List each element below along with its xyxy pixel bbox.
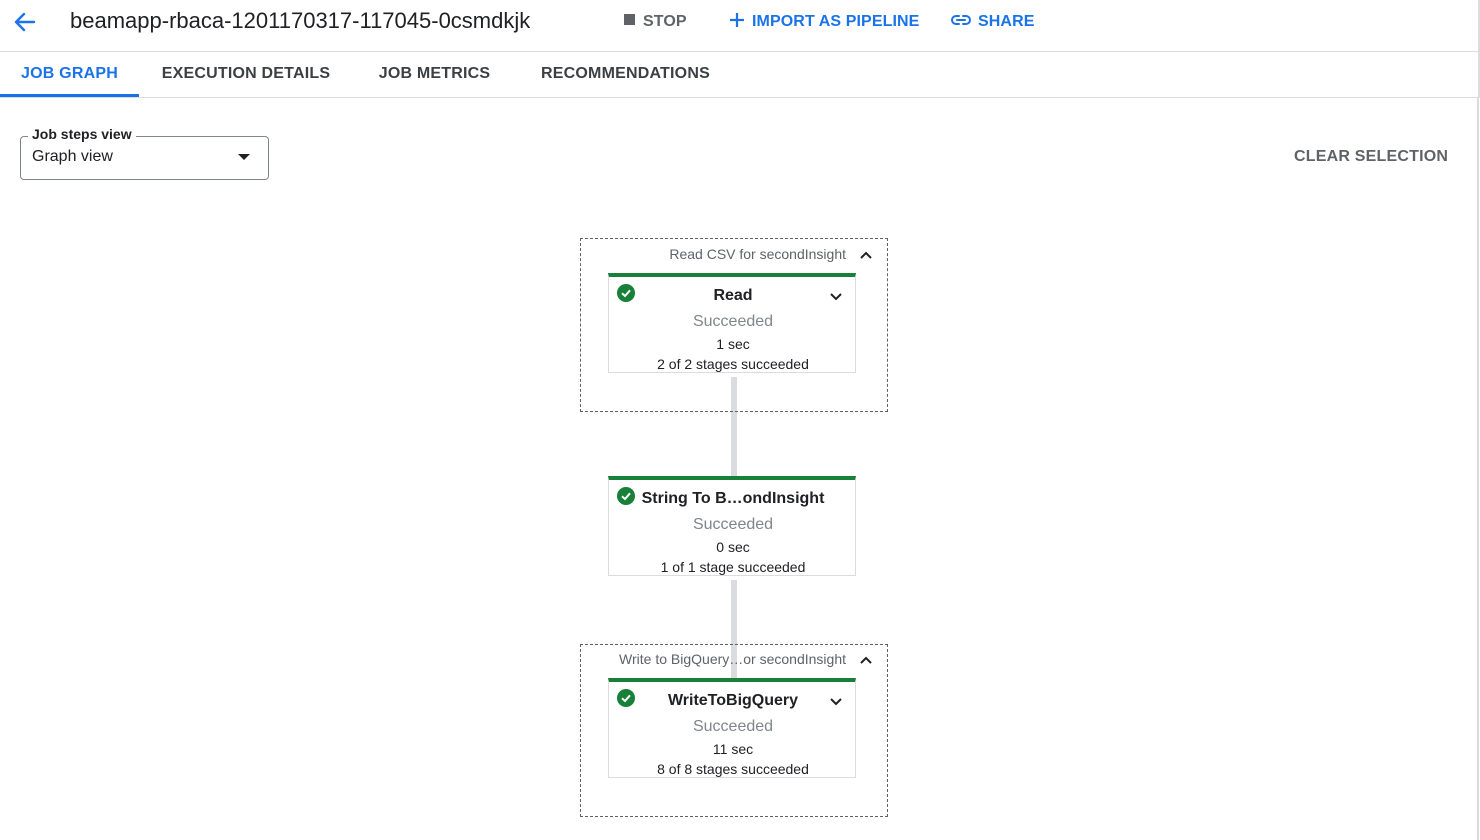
panel-edge <box>1477 97 1479 840</box>
job-steps-view-value: Graph view <box>32 148 113 165</box>
job-title: beamapp-rbaca-1201170317-117045-0csmdkjk <box>70 8 531 33</box>
graph-node-read[interactable]: Read Succeeded 1 sec 2 of 2 stages succe… <box>608 273 856 373</box>
stop-button-label: STOP <box>643 13 687 30</box>
graph-node-write-to-bigquery[interactable]: WriteToBigQuery Succeeded 11 sec 8 of 8 … <box>608 678 856 778</box>
tab-execution-details[interactable]: EXECUTION DETAILS <box>160 52 332 97</box>
node-duration: 11 sec <box>712 741 754 757</box>
node-stages: 8 of 8 stages succeeded <box>657 761 809 777</box>
graph-node-string-to-b[interactable]: String To B…ondInsight Succeeded 0 sec 1… <box>608 476 856 576</box>
active-tab-indicator <box>0 94 139 97</box>
link-icon <box>950 13 972 32</box>
collapse-group-icon[interactable] <box>859 248 873 262</box>
node-stages: 1 of 1 stage succeeded <box>660 559 806 575</box>
node-status: Succeeded <box>692 516 774 533</box>
node-name: String To B…ondInsight <box>641 490 825 507</box>
node-duration: 1 sec <box>716 336 750 352</box>
expand-chevron-icon[interactable] <box>829 291 843 303</box>
node-stages: 2 of 2 stages succeeded <box>657 356 809 372</box>
node-status: Succeeded <box>692 313 774 330</box>
import-as-pipeline-button[interactable]: IMPORT AS PIPELINE <box>728 11 919 33</box>
import-button-label: IMPORT AS PIPELINE <box>752 13 920 30</box>
node-status: Succeeded <box>692 718 774 735</box>
clear-selection-button[interactable]: CLEAR SELECTION <box>1294 148 1448 166</box>
tab-job-metrics[interactable]: JOB METRICS <box>374 52 495 97</box>
expand-chevron-icon[interactable] <box>829 696 843 708</box>
back-arrow-icon[interactable] <box>10 8 42 36</box>
group-read-csv-title: Read CSV for secondInsight <box>669 246 846 262</box>
stop-button[interactable]: STOP <box>623 11 687 33</box>
dropdown-arrow-icon[interactable] <box>238 154 250 160</box>
job-steps-view-label: Job steps view <box>28 126 136 142</box>
node-name: Read <box>713 287 753 304</box>
stop-icon <box>623 13 637 32</box>
share-button[interactable]: SHARE <box>950 11 1035 33</box>
tab-job-graph[interactable]: JOB GRAPH <box>0 52 139 97</box>
group-write-bigquery-title: Write to BigQuery…or secondInsight <box>619 651 846 667</box>
node-name: WriteToBigQuery <box>667 692 799 709</box>
plus-icon <box>728 11 746 34</box>
collapse-group-icon[interactable] <box>859 653 873 667</box>
share-button-label: SHARE <box>978 13 1035 30</box>
node-duration: 0 sec <box>716 539 750 555</box>
tab-recommendations[interactable]: RECOMMENDATIONS <box>538 52 713 97</box>
tab-bar: JOB GRAPH EXECUTION DETAILS JOB METRICS … <box>0 52 1480 98</box>
